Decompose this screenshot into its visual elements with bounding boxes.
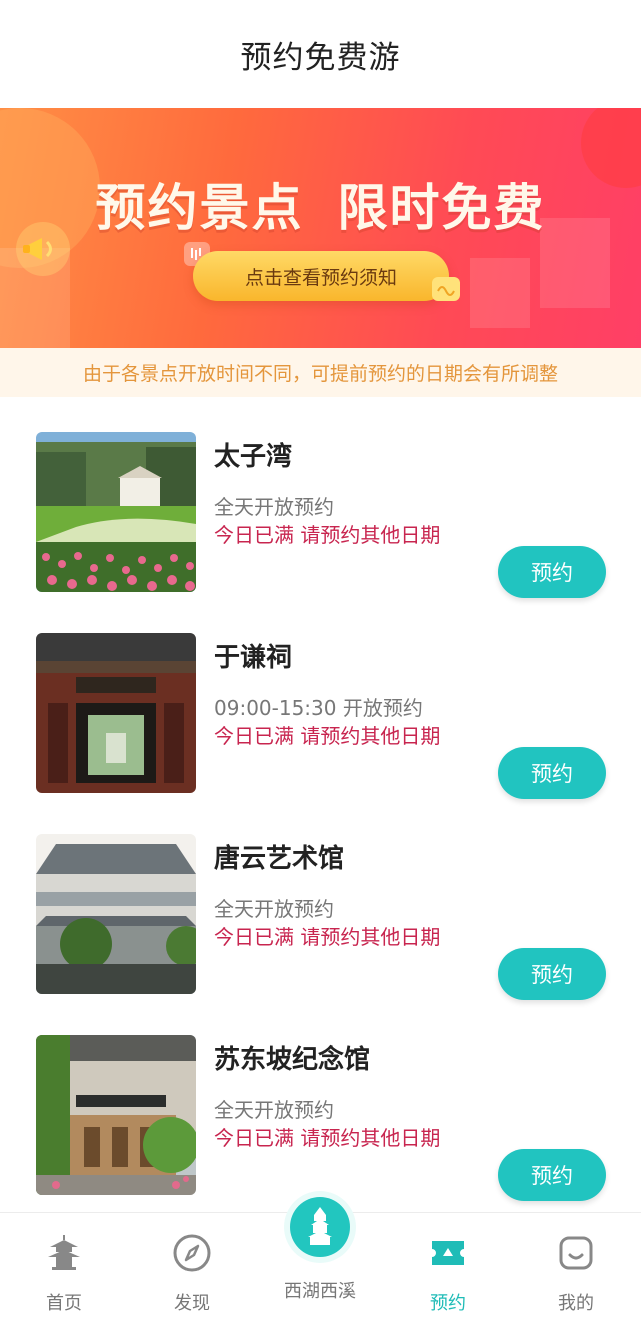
ticket-icon [426, 1231, 470, 1275]
attraction-photo[interactable] [36, 633, 196, 793]
reserve-button[interactable]: 预约 [498, 747, 606, 799]
attraction-name: 唐云艺术馆 [214, 844, 345, 874]
banner-decoration [470, 258, 530, 328]
availability-status: 今日已满 请预约其他日期 [214, 925, 441, 949]
opening-hours: 全天开放预约 [214, 1098, 334, 1122]
tab-profile[interactable]: 我的 [512, 1213, 640, 1319]
tab-discover[interactable]: 发现 [128, 1213, 256, 1319]
tab-label: 发现 [174, 1293, 210, 1314]
tab-label: 西湖西溪 [284, 1281, 356, 1302]
opening-hours: 09:00-15:30 开放预约 [214, 696, 423, 720]
attraction-card[interactable]: 于谦祠 09:00-15:30 开放预约 今日已满 请预约其他日期 预约 [0, 599, 641, 800]
tab-label: 首页 [46, 1293, 82, 1314]
attraction-name: 苏东坡纪念馆 [214, 1045, 371, 1075]
availability-status: 今日已满 请预约其他日期 [214, 1126, 441, 1150]
page-title: 预约免费游 [240, 39, 401, 76]
attraction-photo[interactable] [36, 834, 196, 994]
attraction-photo[interactable] [36, 1035, 196, 1195]
tab-westlake-xixi[interactable]: 西湖西溪 [256, 1197, 384, 1319]
tab-home[interactable]: 首页 [0, 1213, 128, 1319]
reserve-button[interactable]: 预约 [498, 546, 606, 598]
reserve-button[interactable]: 预约 [498, 1149, 606, 1201]
headline-left: 预约景点 [95, 179, 304, 237]
compass-icon [170, 1231, 214, 1275]
page-header: 预约免费游 [0, 0, 641, 108]
attraction-card[interactable]: 苏东坡纪念馆 全天开放预约 今日已满 请预约其他日期 预约 [0, 1001, 641, 1202]
attraction-name: 太子湾 [214, 442, 293, 472]
booking-tip: 由于各景点开放时间不同，可提前预约的日期会有所调整 [0, 348, 641, 397]
tab-label: 预约 [430, 1293, 466, 1314]
availability-status: 今日已满 请预约其他日期 [214, 724, 441, 748]
tab-reservation[interactable]: 预约 [384, 1213, 512, 1319]
opening-hours: 全天开放预约 [214, 495, 334, 519]
promo-banner[interactable]: 预约景点 限时免费 点击查看预约须知 [0, 108, 641, 348]
pagoda-icon [42, 1231, 86, 1275]
chat-bubble-icon [430, 273, 464, 311]
attraction-card[interactable]: 太子湾 全天开放预约 今日已满 请预约其他日期 预约 [0, 398, 641, 599]
availability-status: 今日已满 请预约其他日期 [214, 523, 441, 547]
bottom-tab-bar: 首页 发现 西湖西溪 预约 我的 [0, 1197, 641, 1319]
banner-headline: 预约景点 限时免费 [0, 168, 641, 240]
attraction-card[interactable]: 唐云艺术馆 全天开放预约 今日已满 请预约其他日期 预约 [0, 800, 641, 1001]
tab-label: 我的 [558, 1293, 594, 1314]
tower-icon [290, 1197, 350, 1257]
attraction-name: 于谦祠 [214, 643, 293, 673]
reserve-button[interactable]: 预约 [498, 948, 606, 1000]
headline-right: 限时免费 [337, 179, 546, 237]
attraction-photo[interactable] [36, 432, 196, 592]
reservation-notice-button[interactable]: 点击查看预约须知 [193, 251, 449, 301]
opening-hours: 全天开放预约 [214, 897, 334, 921]
profile-icon [554, 1231, 598, 1275]
